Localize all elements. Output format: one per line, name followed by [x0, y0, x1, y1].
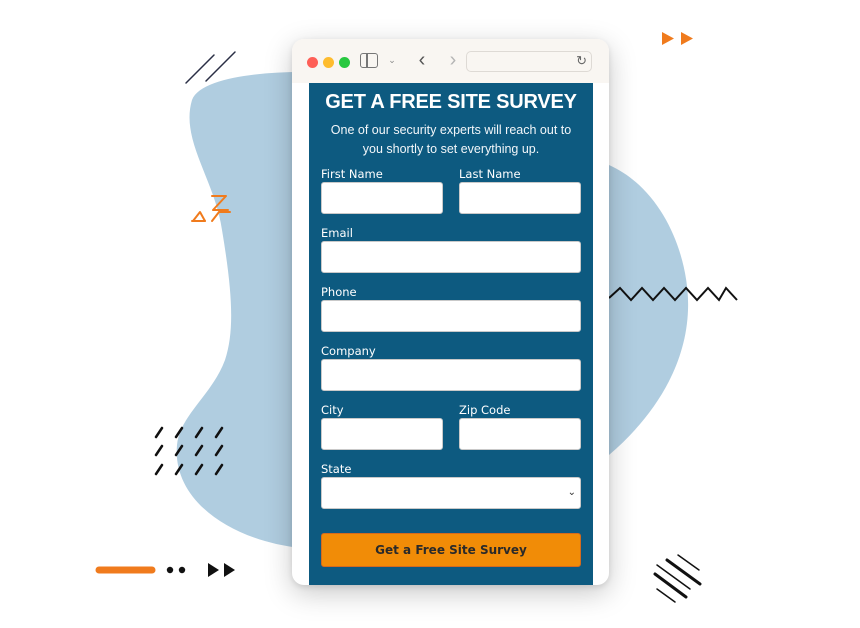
background-blob-right: [609, 165, 689, 455]
orange-double-arrow-icon: [662, 32, 693, 45]
browser-toolbar: ⌄ ‹ › ↻: [292, 39, 609, 83]
city-label: City: [321, 403, 344, 417]
submit-button[interactable]: Get a Free Site Survey: [321, 533, 581, 567]
reload-icon[interactable]: ↻: [576, 53, 587, 69]
email-label: Email: [321, 226, 353, 240]
zip-code-input[interactable]: [459, 418, 581, 450]
form-title: GET A FREE SITE SURVEY: [325, 91, 577, 113]
phone-label: Phone: [321, 285, 357, 299]
dot-icon: [166, 566, 174, 574]
chevron-down-icon: ⌄: [567, 487, 576, 498]
form-subtitle: One of our security experts will reach o…: [330, 123, 572, 156]
back-icon[interactable]: ‹: [414, 49, 430, 71]
double-slash-icon: [185, 51, 236, 84]
last-name-label: Last Name: [459, 167, 521, 181]
phone-input[interactable]: [321, 300, 581, 332]
city-input[interactable]: [321, 418, 443, 450]
company-input[interactable]: [321, 359, 581, 391]
survey-form: GET A FREE SITE SURVEY One of our securi…: [309, 83, 593, 585]
first-name-label: First Name: [321, 167, 383, 181]
dot-icon: [178, 566, 186, 574]
chevron-down-icon[interactable]: ⌄: [386, 53, 398, 67]
last-name-input[interactable]: [459, 182, 581, 214]
first-name-input[interactable]: [321, 182, 443, 214]
sidebar-icon[interactable]: [360, 53, 378, 68]
zip-code-label: Zip Code: [459, 403, 511, 417]
diagonal-stripes-icon: [653, 554, 702, 603]
forward-icon[interactable]: ›: [445, 49, 461, 71]
company-label: Company: [321, 344, 376, 358]
url-bar[interactable]: ↻: [466, 51, 592, 72]
maximize-window-button[interactable]: [339, 57, 350, 68]
background-blob: [176, 72, 300, 548]
double-arrow-icon: [208, 563, 235, 577]
state-label: State: [321, 462, 352, 476]
email-input[interactable]: [321, 241, 581, 273]
close-window-button[interactable]: [307, 57, 318, 68]
browser-window: ⌄ ‹ › ↻ GET A FREE SITE SURVEY One of ou…: [292, 39, 609, 585]
state-select[interactable]: ⌄: [321, 477, 581, 509]
minimize-window-button[interactable]: [323, 57, 334, 68]
